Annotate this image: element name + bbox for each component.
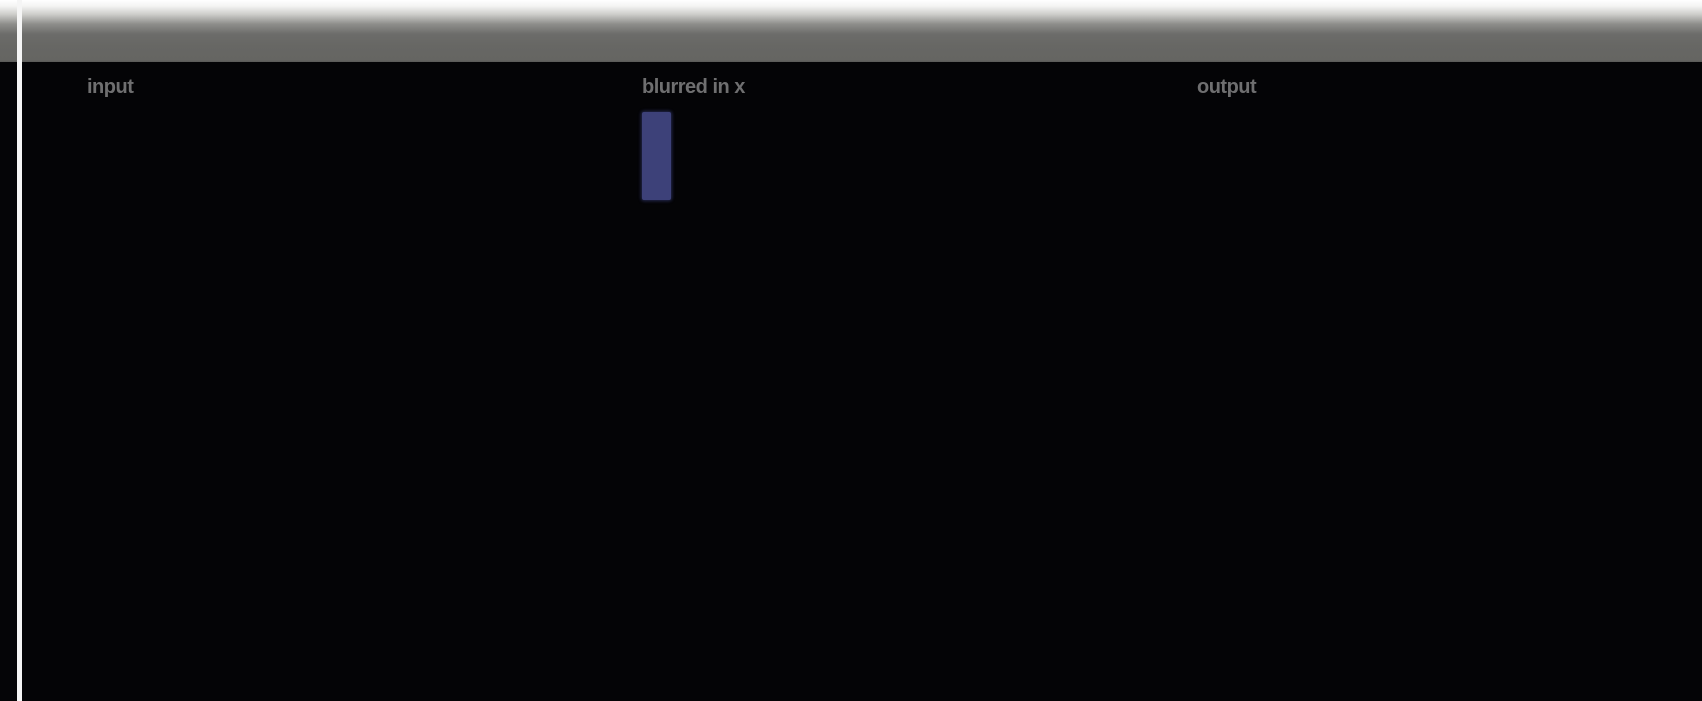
title-bar (0, 0, 1702, 62)
blurred-in-x-canvas (642, 112, 1112, 672)
input-canvas (87, 112, 557, 672)
output-label: output (1197, 76, 1257, 98)
input-panel: input (22, 62, 577, 701)
left-margin (0, 62, 17, 701)
input-label: input (87, 76, 134, 98)
output-panel: output (1132, 62, 1702, 701)
blurred-pixel-strip (642, 112, 671, 200)
blurred-in-x-panel: blurred in x (577, 62, 1132, 701)
output-canvas (1197, 112, 1667, 672)
visualization-stage: input blurred in x output (22, 62, 1702, 701)
blurred-in-x-label: blurred in x (642, 76, 745, 98)
app-window: input blurred in x output (0, 0, 1702, 701)
